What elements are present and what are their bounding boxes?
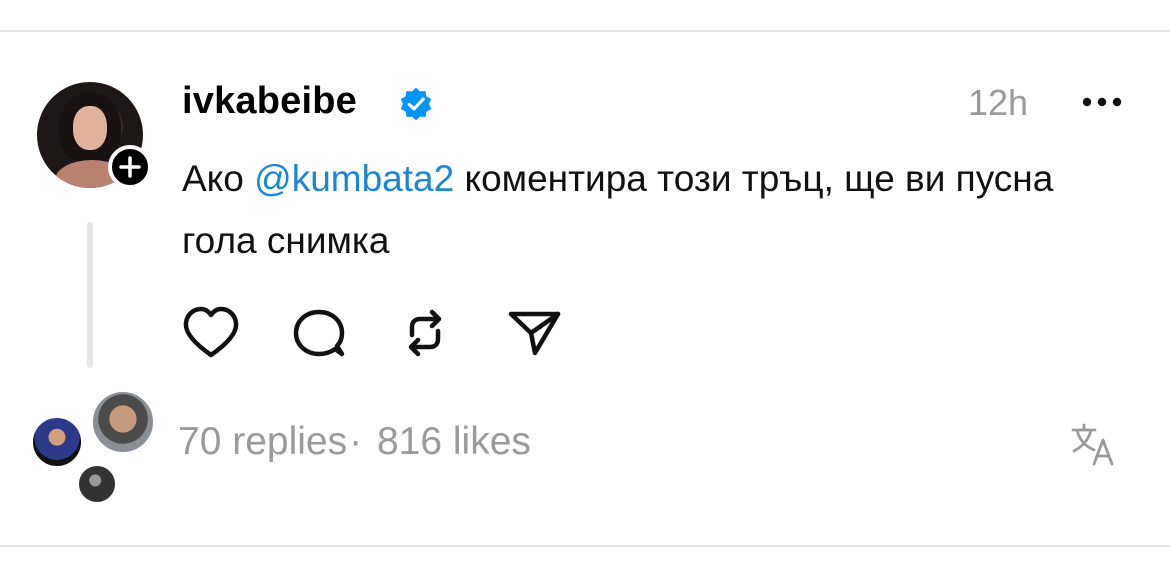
verified-badge-icon xyxy=(400,87,432,121)
repost-button[interactable] xyxy=(396,305,454,361)
comment-icon xyxy=(293,309,345,357)
likes-count[interactable]: 816 likes xyxy=(377,420,531,463)
follow-button[interactable] xyxy=(108,145,152,189)
send-icon xyxy=(508,311,561,356)
plus-icon xyxy=(119,156,141,178)
top-divider xyxy=(0,30,1170,32)
post-text-prefix: Ако xyxy=(182,158,255,199)
stats-separator: · xyxy=(349,420,363,463)
repost-icon xyxy=(408,309,442,357)
replier-avatar xyxy=(90,389,156,455)
share-button[interactable] xyxy=(506,305,564,361)
like-button[interactable] xyxy=(182,305,240,361)
more-dots-icon[interactable] xyxy=(1080,90,1124,114)
comment-button[interactable] xyxy=(290,305,348,361)
mention-link[interactable]: @kumbata2 xyxy=(254,158,454,199)
replier-avatar xyxy=(76,463,118,505)
heart-icon xyxy=(183,306,239,358)
replier-avatar xyxy=(30,415,84,469)
post-text: Ако @kumbata2 коментира този тръц, ще ви… xyxy=(182,148,1112,272)
post-time: 12h xyxy=(968,82,1029,123)
thread-line xyxy=(87,222,93,368)
bottom-divider xyxy=(0,545,1170,547)
replies-count[interactable]: 70 replies xyxy=(178,420,347,463)
author-username[interactable]: ivkabeibe xyxy=(182,80,357,123)
post-stats: 70 replies· 816 likes xyxy=(178,420,531,464)
translate-icon[interactable] xyxy=(1070,422,1116,466)
